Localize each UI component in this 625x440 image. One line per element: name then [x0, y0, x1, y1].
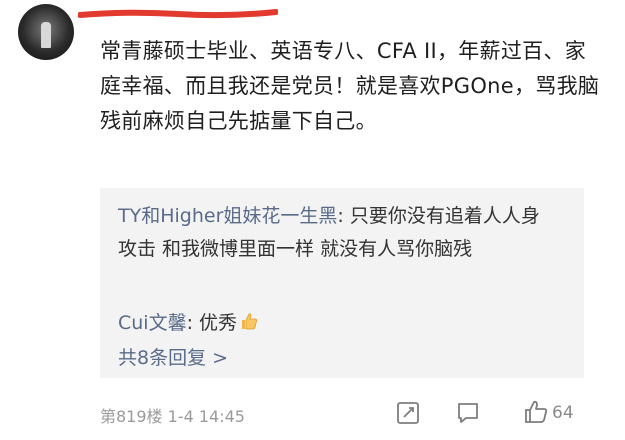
reply-item[interactable]: Cui文馨: 优秀 [118, 308, 558, 340]
floor-and-time: 第819楼 1-4 14:45 [100, 407, 245, 426]
avatar[interactable] [18, 4, 74, 60]
action-bar: 64 [395, 396, 625, 430]
reply-text: 优秀 [199, 312, 238, 334]
thumbs-up-emoji-icon [239, 310, 259, 340]
like-count: 64 [552, 403, 574, 423]
redaction-mark [78, 8, 278, 20]
reply-username[interactable]: Cui文馨 [118, 312, 187, 334]
comment-icon[interactable] [455, 400, 481, 430]
edit-icon[interactable] [395, 400, 421, 430]
reply-separator: : [186, 312, 200, 334]
like-icon[interactable] [522, 398, 550, 430]
more-replies-link[interactable]: 共8条回复 > [118, 343, 228, 373]
reply-username[interactable]: TY和Higher姐妹花一生黑 [118, 205, 337, 227]
reply-separator: : [337, 205, 350, 227]
post-text: 常青藤硕士毕业、英语专八、CFA II，年薪过百、家庭幸福、而且我还是党员！就是… [100, 39, 600, 133]
avatar-figure [41, 22, 51, 48]
reply-item[interactable]: TY和Higher姐妹花一生黑: 只要你没有追着人人身攻击 和我微博里面一样 就… [118, 200, 558, 266]
